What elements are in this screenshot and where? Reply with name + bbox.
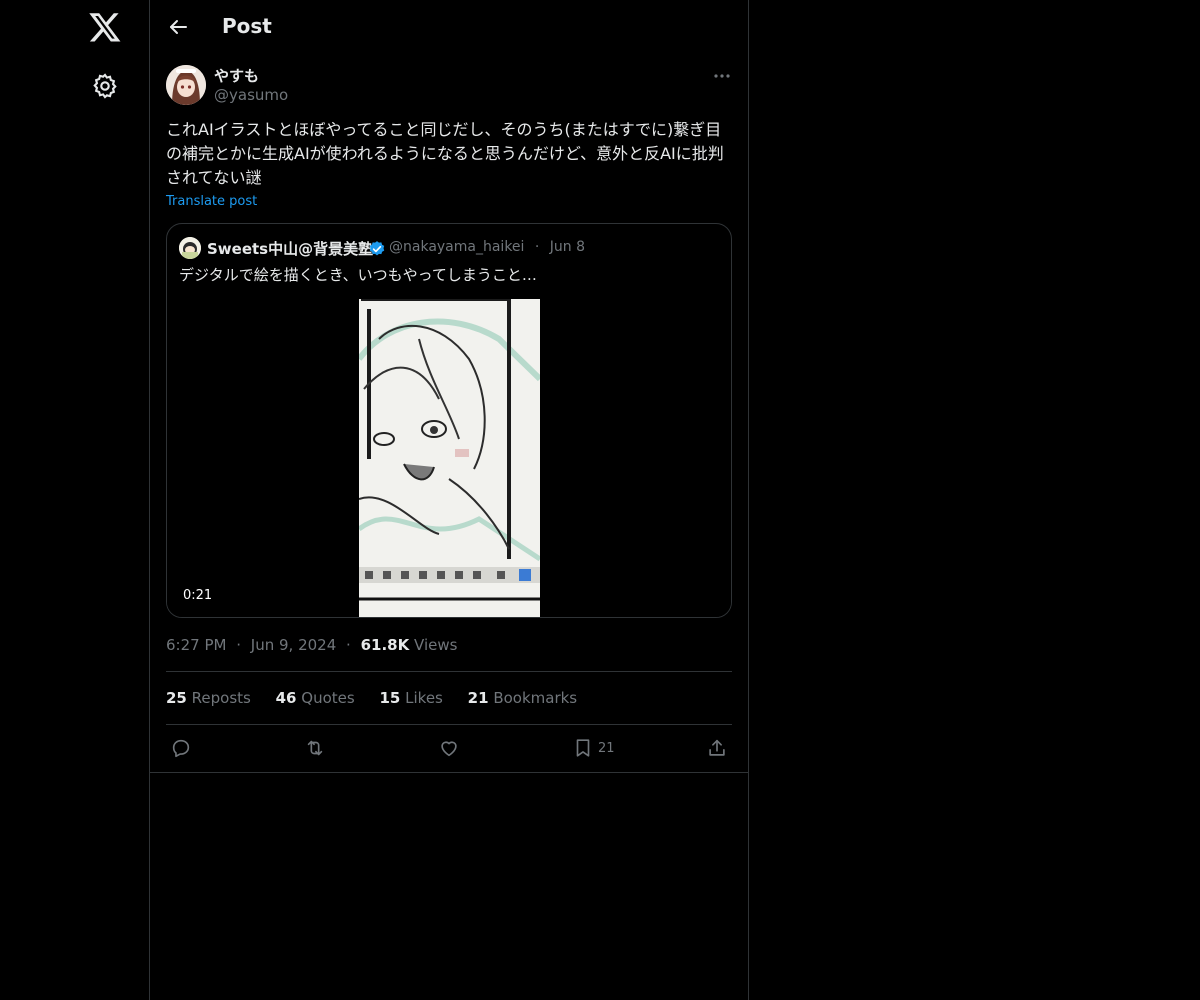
bookmark-count: 21 [598,740,615,756]
bookmark-icon [576,739,590,757]
video-duration: 0:21 [177,587,219,604]
separator-dot: · [236,636,242,654]
post-meta: 6:27 PM · Jun 9, 2024 · 61.8K Views [166,636,457,654]
reply-icon [172,739,190,758]
translate-post-link[interactable]: Translate post [166,194,257,209]
reposts-stat[interactable]: 25 Reposts [166,689,251,707]
more-icon[interactable] [712,66,732,86]
avatar[interactable] [166,65,206,105]
post-time[interactable]: 6:27 PM [166,636,226,654]
views-label: Views [414,636,458,654]
views-count: 61.8K [360,636,410,654]
post-date[interactable]: Jun 9, 2024 [251,636,336,654]
back-arrow-icon[interactable] [166,15,190,39]
post-text: これAIイラストとほぼやってること同じだし、そのうち(またはすでに)繋ぎ目の補完… [166,120,724,187]
quoted-date[interactable]: Jun 8 [550,239,585,255]
x-logo-icon[interactable] [88,10,122,44]
divider [166,671,732,672]
engagement-stats: 25 Reposts 46 Quotes 15 Likes 21 Bookmar… [166,689,597,707]
author-handle[interactable]: @yasumo [214,86,288,104]
quotes-stat[interactable]: 46 Quotes [276,689,355,707]
video-frame-image [359,299,540,617]
author-name[interactable]: やすも [214,65,259,86]
post-column: Post やすも @yasumo これAIイラストとほぼやってること同じだし、そ… [150,0,749,1000]
header: Post [150,0,748,54]
action-bar: 21 [150,728,748,770]
quoted-author-name[interactable]: Sweets中山@背景美塾 [207,238,373,259]
quoted-avatar[interactable] [179,237,201,259]
left-nav [0,0,150,1000]
reply-button[interactable] [170,736,192,760]
video-player[interactable]: 0:21 [167,299,731,617]
likes-stat[interactable]: 15 Likes [379,689,442,707]
quoted-text: デジタルで絵を描くとき、いつもやってしまうこと… [179,266,537,284]
quoted-meta: @nakayama_haikei · Jun 8 [389,239,585,255]
separator-dot: · [534,239,540,255]
verified-badge-icon [369,241,385,256]
separator-dot: · [346,636,351,654]
page-title: Post [222,14,272,38]
settings-gear-icon[interactable] [91,72,119,100]
share-icon [709,739,725,756]
quoted-post-card[interactable]: Sweets中山@背景美塾 @nakayama_haikei · Jun 8 デ… [166,223,732,618]
repost-button[interactable] [304,736,326,760]
like-button[interactable] [438,736,460,760]
share-button[interactable] [706,736,728,760]
bookmarks-stat[interactable]: 21 Bookmarks [468,689,577,707]
repost-icon [307,740,323,756]
like-icon [441,741,457,757]
quoted-author-handle[interactable]: @nakayama_haikei [389,239,524,255]
divider [166,724,732,725]
bookmark-button[interactable]: 21 [572,736,615,760]
divider [150,772,748,773]
